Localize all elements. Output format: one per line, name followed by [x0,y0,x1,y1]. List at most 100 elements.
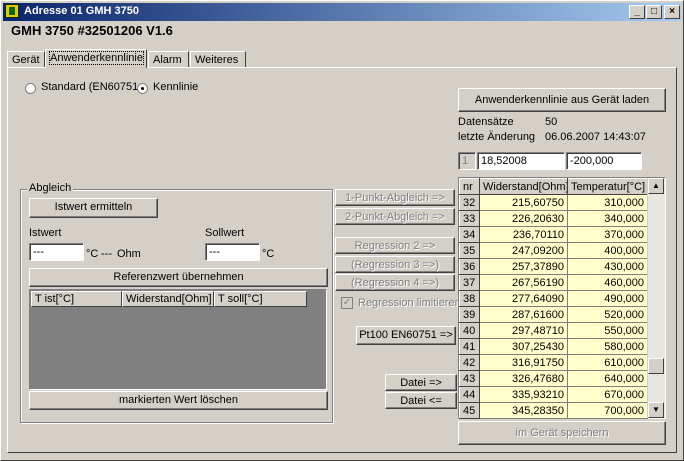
regression3-button[interactable]: (Regression 3 =>) [335,256,455,273]
table-row[interactable]: 40 297,48710 550,000 [459,322,648,339]
table-row[interactable]: 34 236,70110 370,000 [459,226,648,243]
row-widerstand[interactable]: 257,37890 [479,258,568,275]
table-row[interactable]: 42 316,91750 610,000 [459,354,648,371]
row-nr[interactable]: 33 [459,210,480,227]
row-nr[interactable]: 45 [459,402,480,419]
row-widerstand[interactable]: 307,25430 [479,338,568,355]
table-row[interactable]: 38 277,64090 490,000 [459,290,648,307]
sollwert-field[interactable]: --- [205,243,260,261]
table-row[interactable]: 43 326,47680 640,000 [459,370,648,387]
table-row[interactable]: 35 247,09200 400,000 [459,242,648,259]
datei-import-button[interactable]: Datei <= [385,392,457,409]
datei-export-button[interactable]: Datei => [385,374,457,391]
row-temperatur[interactable]: 580,000 [567,338,648,355]
tab-anwenderkennlinie[interactable]: Anwenderkennlinie [45,49,147,68]
reference-list[interactable]: T ist[°C] Widerstand[Ohm] T soll[°C] [29,289,327,390]
table-row[interactable]: 44 335,93210 670,000 [459,386,648,403]
kennlinie-table[interactable]: nr Widerstand[Ohm] Temperatur[°C] 32 215,… [459,178,648,419]
row-temperatur[interactable]: 700,000 [567,402,648,419]
referenzwert-button[interactable]: Referenzwert übernehmen [29,268,328,287]
ohm-unit: Ohm [117,248,141,260]
row-widerstand[interactable]: 326,47680 [479,370,568,387]
col-t-ist[interactable]: T ist[°C] [31,291,122,307]
punkt2-abgleich-button[interactable]: 2-Punkt-Abgleich => [335,208,455,225]
row-widerstand[interactable]: 335,93210 [479,386,568,403]
row-temperatur[interactable]: 520,000 [567,306,648,323]
row-widerstand[interactable]: 247,09200 [479,242,568,259]
row-widerstand[interactable]: 287,61600 [479,306,568,323]
row-nr[interactable]: 35 [459,242,480,259]
row-temperatur[interactable]: 490,000 [567,290,648,307]
table-row[interactable]: 36 257,37890 430,000 [459,258,648,275]
header-widerstand[interactable]: Widerstand[Ohm] [479,178,568,195]
edit-temperatur-field[interactable]: -200,000 [566,152,642,170]
tab-weiteres[interactable]: Weiteres [190,51,246,67]
table-row[interactable]: 33 226,20630 340,000 [459,210,648,227]
radio-kennlinie[interactable] [137,83,148,94]
minimize-button[interactable]: _ [629,5,645,19]
row-nr[interactable]: 38 [459,290,480,307]
row-temperatur[interactable]: 340,000 [567,210,648,227]
table-row[interactable]: 37 267,56190 460,000 [459,274,648,291]
istwert-field[interactable]: --- [29,243,84,261]
row-temperatur[interactable]: 460,000 [567,274,648,291]
row-temperatur[interactable]: 640,000 [567,370,648,387]
row-nr[interactable]: 37 [459,274,480,291]
row-nr[interactable]: 42 [459,354,480,371]
row-widerstand[interactable]: 236,70110 [479,226,568,243]
regression2-button[interactable]: Regression 2 => [335,237,455,254]
col-widerstand[interactable]: Widerstand[Ohm] [122,291,214,307]
row-temperatur[interactable]: 550,000 [567,322,648,339]
pt100-button[interactable]: Pt100 EN60751 => [356,326,456,345]
punkt1-abgleich-button[interactable]: 1-Punkt-Abgleich => [335,189,455,206]
col-t-soll[interactable]: T soll[°C] [214,291,307,307]
row-widerstand[interactable]: 267,56190 [479,274,568,291]
row-nr[interactable]: 32 [459,194,480,211]
row-temperatur[interactable]: 310,000 [567,194,648,211]
app-icon [5,4,19,18]
row-nr[interactable]: 44 [459,386,480,403]
row-temperatur[interactable]: 400,000 [567,242,648,259]
istwert-ermitteln-button[interactable]: Istwert ermitteln [29,198,158,218]
table-row[interactable]: 32 215,60750 310,000 [459,194,648,211]
regression4-button[interactable]: (Regression 4 =>) [335,274,455,291]
row-nr[interactable]: 40 [459,322,480,339]
tab-geraet[interactable]: Gerät [7,51,45,67]
table-row[interactable]: 45 345,28350 700,000 [459,402,648,419]
close-button[interactable]: × [664,5,680,19]
save-to-device-button[interactable]: im Gerät speichern [458,421,666,445]
row-widerstand[interactable]: 277,64090 [479,290,568,307]
row-widerstand[interactable]: 345,28350 [479,402,568,419]
row-nr[interactable]: 43 [459,370,480,387]
row-widerstand[interactable]: 215,60750 [479,194,568,211]
row-nr[interactable]: 34 [459,226,480,243]
row-temperatur[interactable]: 670,000 [567,386,648,403]
sollwert-unit: °C [262,248,275,260]
row-temperatur[interactable]: 430,000 [567,258,648,275]
load-kennlinie-button[interactable]: Anwenderkennlinie aus Gerät laden [458,88,666,112]
row-nr[interactable]: 39 [459,306,480,323]
scroll-up-arrow-icon[interactable]: ▲ [648,178,664,194]
row-widerstand[interactable]: 316,91750 [479,354,568,371]
row-widerstand[interactable]: 226,20630 [479,210,568,227]
scroll-down-arrow-icon[interactable]: ▼ [648,402,664,418]
row-temperatur[interactable]: 610,000 [567,354,648,371]
table-scrollbar[interactable]: ▲ ▼ [647,178,665,418]
table-row[interactable]: 39 287,61600 520,000 [459,306,648,323]
scroll-thumb[interactable] [648,358,664,374]
row-nr[interactable]: 41 [459,338,480,355]
istwert-unit: °C [86,248,99,260]
edit-widerstand-field[interactable]: 18,52008 [477,152,565,170]
loeschen-button[interactable]: markierten Wert löschen [29,391,328,410]
row-temperatur[interactable]: 370,000 [567,226,648,243]
radio-standard[interactable] [25,83,36,94]
maximize-button[interactable]: □ [646,5,662,19]
header-nr[interactable]: nr [459,178,480,195]
header-temperatur[interactable]: Temperatur[°C] [567,178,648,195]
regression-limit-checkbox[interactable]: ✓ [341,297,353,309]
row-nr[interactable]: 36 [459,258,480,275]
tab-alarm[interactable]: Alarm [148,51,189,67]
table-row[interactable]: 41 307,25430 580,000 [459,338,648,355]
row-widerstand[interactable]: 297,48710 [479,322,568,339]
title-bar[interactable]: Adresse 01 GMH 3750 _ □ × [3,3,681,21]
